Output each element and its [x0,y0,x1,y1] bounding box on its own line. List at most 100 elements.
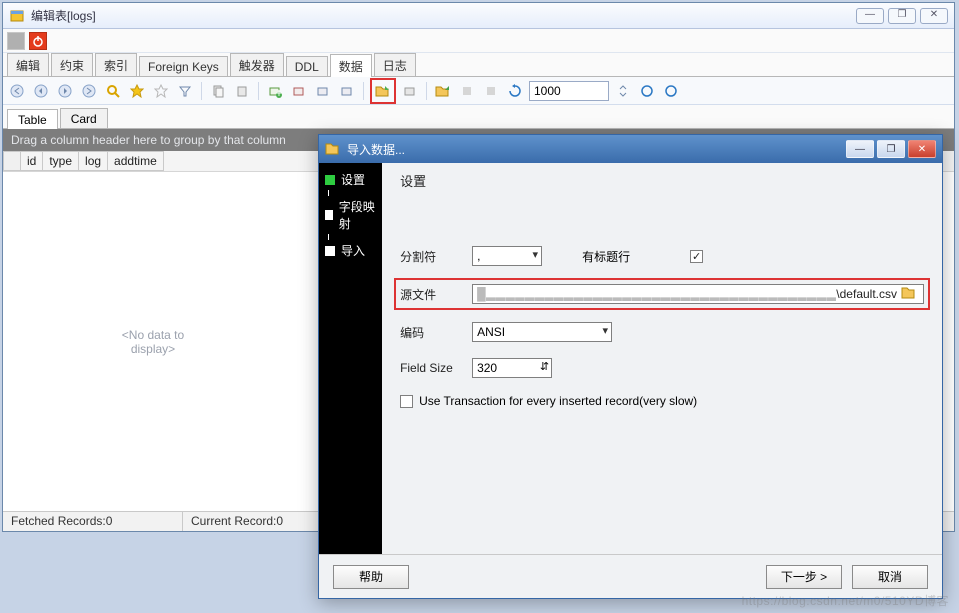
col-id[interactable]: id [21,151,43,171]
step-dot-icon [325,210,333,220]
source-file-input[interactable]: █▂▂▂▂▂▂▂▂▂▂▂▂▂▂▂▂▂▂▂▂▂▂▂▂▂▂▂▂▂▂▂▂▂▂▂▂ \d… [472,284,924,304]
label-source-file: 源文件 [400,286,472,303]
tab-foreign-keys[interactable]: Foreign Keys [139,56,228,76]
dialog-title: 导入数据... [347,141,843,158]
dlg-maximize-button[interactable]: ❐ [877,140,905,158]
col-addtime[interactable]: addtime [108,151,164,171]
next-button[interactable]: 下一步 > [766,565,842,589]
source-file-visible: \default.csv [836,287,897,301]
submit-icon[interactable] [337,81,357,101]
label-transaction: Use Transaction for every inserted recor… [419,394,697,408]
main-title: 编辑表[logs] [31,7,856,24]
toggle-button[interactable] [7,32,25,50]
separator-value: , [477,249,480,263]
row-selector-header[interactable] [3,151,21,171]
tab-constraint[interactable]: 约束 [51,53,93,76]
step-dot-icon [325,246,335,256]
row-source-file: 源文件 █▂▂▂▂▂▂▂▂▂▂▂▂▂▂▂▂▂▂▂▂▂▂▂▂▂▂▂▂▂▂▂▂▂▂▂… [394,278,930,310]
export2-icon[interactable] [433,81,453,101]
label-field-size: Field Size [400,361,472,375]
nav-first-icon[interactable] [7,81,27,101]
label-encoding: 编码 [400,324,472,341]
refresh-icon[interactable] [505,81,525,101]
add-row-icon[interactable]: + [265,81,285,101]
reload-icon[interactable] [637,81,657,101]
window-buttons: — ❐ ✕ [856,8,948,24]
tab-data[interactable]: 数据 [330,54,372,77]
tab-trigger[interactable]: 触发器 [230,53,284,76]
separator [201,82,202,100]
browse-icon[interactable] [901,286,919,302]
nav-next-icon[interactable] [55,81,75,101]
empty-line2: display> [63,342,243,356]
rows-value: 1000 [534,84,561,98]
commit-icon[interactable] [457,81,477,101]
blurred-path: █▂▂▂▂▂▂▂▂▂▂▂▂▂▂▂▂▂▂▂▂▂▂▂▂▂▂▂▂▂▂▂▂▂▂▂▂ [477,287,836,301]
view-tabs: Table Card [3,105,954,129]
field-size-value: 320 [477,361,497,375]
nav-step-mapping[interactable]: 字段映射 [323,196,378,234]
import-highlight [370,78,396,104]
main-titlebar: 编辑表[logs] — ❐ ✕ [3,3,954,29]
delete-row-icon[interactable] [289,81,309,101]
tab-ddl[interactable]: DDL [286,56,328,76]
col-log[interactable]: log [79,151,108,171]
viewtab-card[interactable]: Card [60,108,108,128]
dialog-body: 设置 字段映射 导入 设置 分割符 , 有标题行 [319,163,942,554]
rollback-icon[interactable] [481,81,501,101]
help-button[interactable]: 帮助 [333,565,409,589]
nav-last-icon[interactable] [79,81,99,101]
separator-select[interactable]: , [472,246,542,266]
search-icon[interactable] [103,81,123,101]
wizard-nav: 设置 字段映射 导入 [319,163,382,554]
dialog-heading: 设置 [400,171,924,208]
data-toolbar: + 1000 [3,77,954,105]
encoding-select[interactable]: ANSI [472,322,612,342]
viewtab-table[interactable]: Table [7,109,58,129]
nav-step-settings[interactable]: 设置 [323,169,378,190]
encoding-value: ANSI [477,325,505,339]
separator [426,82,427,100]
dialog-titlebar[interactable]: 导入数据... — ❐ ✕ [319,135,942,163]
dialog-main: 设置 分割符 , 有标题行 ✓ 源文件 █▂▂▂▂▂▂▂▂▂▂▂▂▂▂▂▂▂▂▂… [382,163,942,554]
tab-edit[interactable]: 编辑 [7,53,49,76]
row-separator: 分割符 , 有标题行 ✓ [400,246,924,266]
export-icon[interactable] [400,81,420,101]
col-type[interactable]: type [43,151,79,171]
minimize-button[interactable]: — [856,8,884,24]
tab-index[interactable]: 索引 [95,53,137,76]
main-tabs: 编辑 约束 索引 Foreign Keys 触发器 DDL 数据 日志 [3,53,954,77]
cancel-button[interactable]: 取消 [852,565,928,589]
tab-log[interactable]: 日志 [374,53,416,76]
paste-icon[interactable] [232,81,252,101]
app-icon [9,8,25,24]
nav-step-import[interactable]: 导入 [323,240,378,261]
transaction-checkbox[interactable] [400,395,413,408]
star-outline-icon[interactable] [151,81,171,101]
import-icon[interactable] [373,81,393,101]
copy-icon[interactable] [208,81,228,101]
svg-text:+: + [275,86,282,98]
nav-prev-icon[interactable] [31,81,51,101]
watermark: https://blog.csdn.net/m0/510YD博客 [742,592,949,609]
power-button[interactable] [29,32,47,50]
reload2-icon[interactable] [661,81,681,101]
row-encoding: 编码 ANSI [400,322,924,342]
maximize-button[interactable]: ❐ [888,8,916,24]
empty-line1: <No data to [63,328,243,342]
label-separator: 分割符 [400,248,472,265]
rows-input[interactable]: 1000 [529,81,609,101]
close-button[interactable]: ✕ [920,8,948,24]
header-checkbox[interactable]: ✓ [690,250,703,263]
step-dot-active-icon [325,175,335,185]
star-icon[interactable] [127,81,147,101]
dlg-minimize-button[interactable]: — [846,140,874,158]
spin-up-icon[interactable] [613,81,633,101]
filter-icon[interactable] [175,81,195,101]
dlg-close-button[interactable]: ✕ [908,140,936,158]
edit-row-icon[interactable] [313,81,333,101]
field-size-input[interactable]: 320 [472,358,552,378]
row-field-size: Field Size 320 [400,358,924,378]
separator [363,82,364,100]
label-header-row: 有标题行 [582,248,630,265]
